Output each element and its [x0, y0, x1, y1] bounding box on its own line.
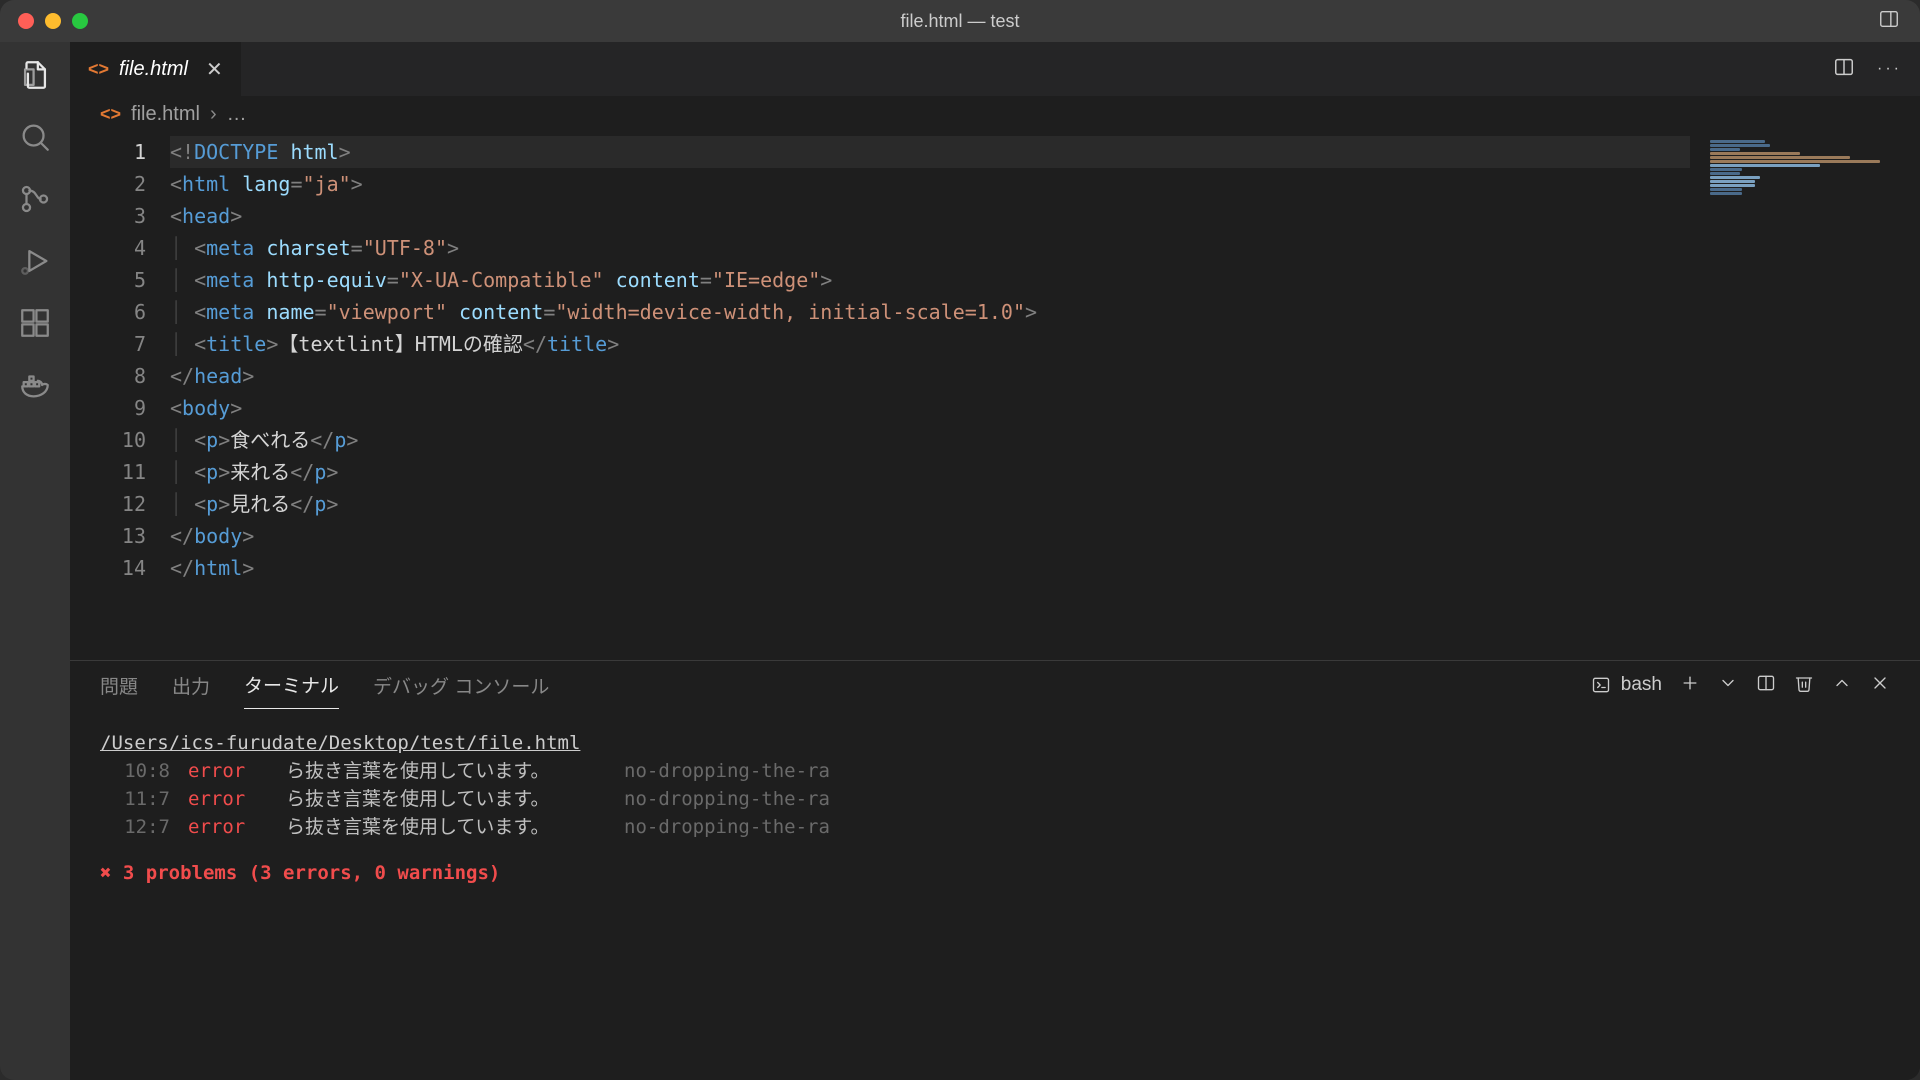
close-panel-icon[interactable] — [1870, 673, 1890, 698]
html-file-icon: <> — [100, 104, 121, 125]
traffic-lights — [18, 13, 88, 29]
terminal-output[interactable]: /Users/ics-furudate/Desktop/test/file.ht… — [70, 709, 1920, 1080]
panel-tabs: 問題出力ターミナルデバッグ コンソール bash — [70, 661, 1920, 709]
bottom-panel: 問題出力ターミナルデバッグ コンソール bash /Users/ics-fur — [70, 660, 1920, 1080]
docker-icon[interactable] — [18, 368, 52, 402]
panel-tab-3[interactable]: デバッグ コンソール — [373, 662, 549, 709]
maximize-panel-icon[interactable] — [1832, 673, 1852, 698]
close-window-button[interactable] — [18, 13, 34, 29]
window: file.html — test — [0, 0, 1920, 1080]
gutter: 1234567891011121314 — [70, 136, 170, 660]
run-debug-icon[interactable] — [18, 244, 52, 278]
new-terminal-icon[interactable] — [1680, 673, 1700, 698]
code-area[interactable]: <!DOCTYPE html><html lang="ja"><head>│ <… — [170, 136, 1690, 660]
terminal-shell-selector[interactable]: bash — [1591, 674, 1662, 696]
split-terminal-icon[interactable] — [1756, 673, 1776, 698]
breadcrumb-more: … — [227, 103, 247, 126]
minimap[interactable] — [1690, 132, 1920, 660]
layout-toggle-icon[interactable] — [1878, 8, 1900, 35]
panel-tab-0[interactable]: 問題 — [100, 662, 138, 709]
extensions-icon[interactable] — [18, 306, 52, 340]
breadcrumb[interactable]: <> file.html › … — [70, 96, 1920, 132]
maximize-window-button[interactable] — [72, 13, 88, 29]
source-control-icon[interactable] — [18, 182, 52, 216]
tabbar: <> file.html ✕ ··· — [70, 42, 1920, 96]
search-icon[interactable] — [18, 120, 52, 154]
terminal-dropdown-icon[interactable] — [1718, 673, 1738, 698]
editor[interactable]: 1234567891011121314 <!DOCTYPE html><html… — [70, 132, 1920, 660]
tab-label: file.html — [119, 58, 188, 81]
minimize-window-button[interactable] — [45, 13, 61, 29]
titlebar: file.html — test — [0, 0, 1920, 42]
more-actions-icon[interactable]: ··· — [1877, 60, 1902, 78]
kill-terminal-icon[interactable] — [1794, 673, 1814, 698]
tab-file-html[interactable]: <> file.html ✕ — [70, 42, 241, 96]
breadcrumb-file: file.html — [131, 103, 200, 126]
panel-tab-1[interactable]: 出力 — [172, 662, 210, 709]
activity-bar — [0, 42, 70, 1080]
chevron-right-icon: › — [210, 103, 217, 126]
split-editor-icon[interactable] — [1833, 56, 1855, 83]
window-title: file.html — test — [900, 11, 1019, 32]
shell-name: bash — [1621, 674, 1662, 696]
explorer-icon[interactable] — [18, 58, 52, 92]
main-area: <> file.html ✕ ··· <> file.html › … — [70, 42, 1920, 1080]
close-tab-icon[interactable]: ✕ — [206, 57, 223, 82]
panel-tab-2[interactable]: ターミナル — [244, 661, 339, 709]
html-file-icon: <> — [88, 59, 109, 80]
